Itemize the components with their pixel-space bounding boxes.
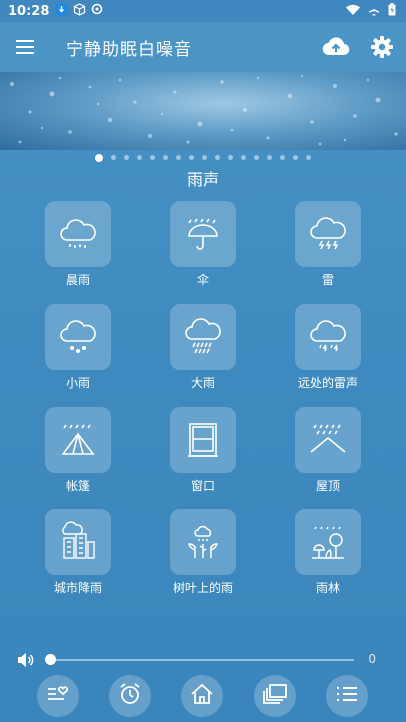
home-button[interactable]: [181, 675, 223, 717]
carousel-indicator: [0, 154, 406, 162]
bottom-navigation: [0, 675, 406, 719]
sound-label: 屋顶: [315, 479, 340, 493]
favorites-list-icon: [45, 682, 71, 710]
battery-icon: [388, 3, 396, 20]
sound-tile-morning-rain[interactable]: 晨雨: [18, 201, 138, 288]
status-bar: 10:28: [0, 0, 406, 22]
status-time: 10:28: [8, 3, 50, 19]
carousel-dot[interactable]: [215, 155, 220, 160]
sound-label: 树叶上的雨: [172, 581, 233, 595]
carousel-dot[interactable]: [267, 155, 272, 160]
tent-icon: [45, 407, 111, 473]
list-button[interactable]: [326, 675, 368, 717]
sound-tile-rain-on-leaves[interactable]: 树叶上的雨: [143, 509, 263, 596]
sound-label: 雷: [321, 273, 334, 287]
layers-icon: [261, 682, 289, 710]
app-title: 宁静助眠白噪音: [66, 40, 192, 60]
settings-gear-icon[interactable]: [370, 35, 394, 63]
settings-small-icon: [91, 3, 103, 19]
sound-tile-heavy-rain[interactable]: 大雨: [143, 304, 263, 391]
sound-tile-light-rain[interactable]: 小雨: [18, 304, 138, 391]
carousel-dot[interactable]: [306, 155, 311, 160]
rain-window-banner[interactable]: [0, 72, 406, 150]
sound-tile-window[interactable]: 窗口: [143, 407, 263, 494]
sound-tile-thunder[interactable]: 雷: [268, 201, 388, 288]
alarm-clock-icon: [117, 681, 143, 711]
sound-tile-roof[interactable]: 屋顶: [268, 407, 388, 494]
cloud-upload-icon[interactable]: [322, 35, 350, 63]
sound-label: 晨雨: [65, 273, 90, 287]
carousel-dot[interactable]: [202, 155, 207, 160]
carousel-dot[interactable]: [241, 155, 246, 160]
layers-button[interactable]: [254, 675, 296, 717]
box-icon: [73, 2, 86, 20]
sound-label: 大雨: [190, 376, 215, 390]
download-badge-icon: [55, 2, 69, 20]
roof-icon: [295, 407, 361, 473]
carousel-dot[interactable]: [254, 155, 259, 160]
rainforest-icon: [295, 509, 361, 575]
alarm-button[interactable]: [109, 675, 151, 717]
airplane-icon: [368, 4, 380, 20]
carousel-dot[interactable]: [111, 155, 116, 160]
speaker-icon[interactable]: [16, 651, 34, 673]
carousel-dot[interactable]: [124, 155, 129, 160]
wifi-icon: [346, 4, 360, 20]
carousel-dot[interactable]: [163, 155, 168, 160]
home-icon: [189, 681, 215, 711]
sound-label: 窗口: [190, 479, 215, 493]
volume-value: 0: [368, 652, 376, 666]
cloud-light-rain-icon: [45, 304, 111, 370]
sound-tile-tent[interactable]: 帐篷: [18, 407, 138, 494]
section-title: 雨声: [186, 170, 219, 189]
volume-control: 0: [0, 650, 406, 670]
favorites-list-button[interactable]: [37, 675, 79, 717]
carousel-dot[interactable]: [189, 155, 194, 160]
sound-label: 帐篷: [65, 479, 90, 493]
carousel-dot[interactable]: [280, 155, 285, 160]
sound-tile-city-rain[interactable]: 城市降雨: [18, 509, 138, 596]
sound-tile-umbrella[interactable]: 伞: [143, 201, 263, 288]
city-rain-icon: [45, 509, 111, 575]
carousel-dot[interactable]: [137, 155, 142, 160]
volume-slider-knob[interactable]: [45, 654, 56, 665]
leaves-rain-icon: [170, 509, 236, 575]
carousel-dot[interactable]: [176, 155, 181, 160]
sound-label: 小雨: [65, 376, 90, 390]
window-icon: [170, 407, 236, 473]
cloud-rain-icon: [45, 201, 111, 267]
sound-label: 雨林: [315, 581, 340, 595]
sound-label: 城市降雨: [53, 581, 102, 595]
menu-icon[interactable]: [14, 37, 36, 57]
list-icon: [334, 682, 360, 710]
carousel-dot[interactable]: [228, 155, 233, 160]
sound-label: 远处的雷声: [297, 376, 358, 390]
volume-slider-track[interactable]: [48, 659, 354, 661]
carousel-dot[interactable]: [95, 154, 103, 162]
carousel-dot[interactable]: [293, 155, 298, 160]
umbrella-rain-icon: [170, 201, 236, 267]
cloud-distant-thunder-icon: [295, 304, 361, 370]
sound-tile-rainforest[interactable]: 雨林: [268, 509, 388, 596]
sound-tile-distant-thunder[interactable]: 远处的雷声: [268, 304, 388, 391]
cloud-lightning-icon: [295, 201, 361, 267]
app-toolbar: 宁静助眠白噪音: [0, 22, 406, 72]
sound-label: 伞: [196, 273, 209, 287]
cloud-heavy-rain-icon: [170, 304, 236, 370]
carousel-dot[interactable]: [150, 155, 155, 160]
